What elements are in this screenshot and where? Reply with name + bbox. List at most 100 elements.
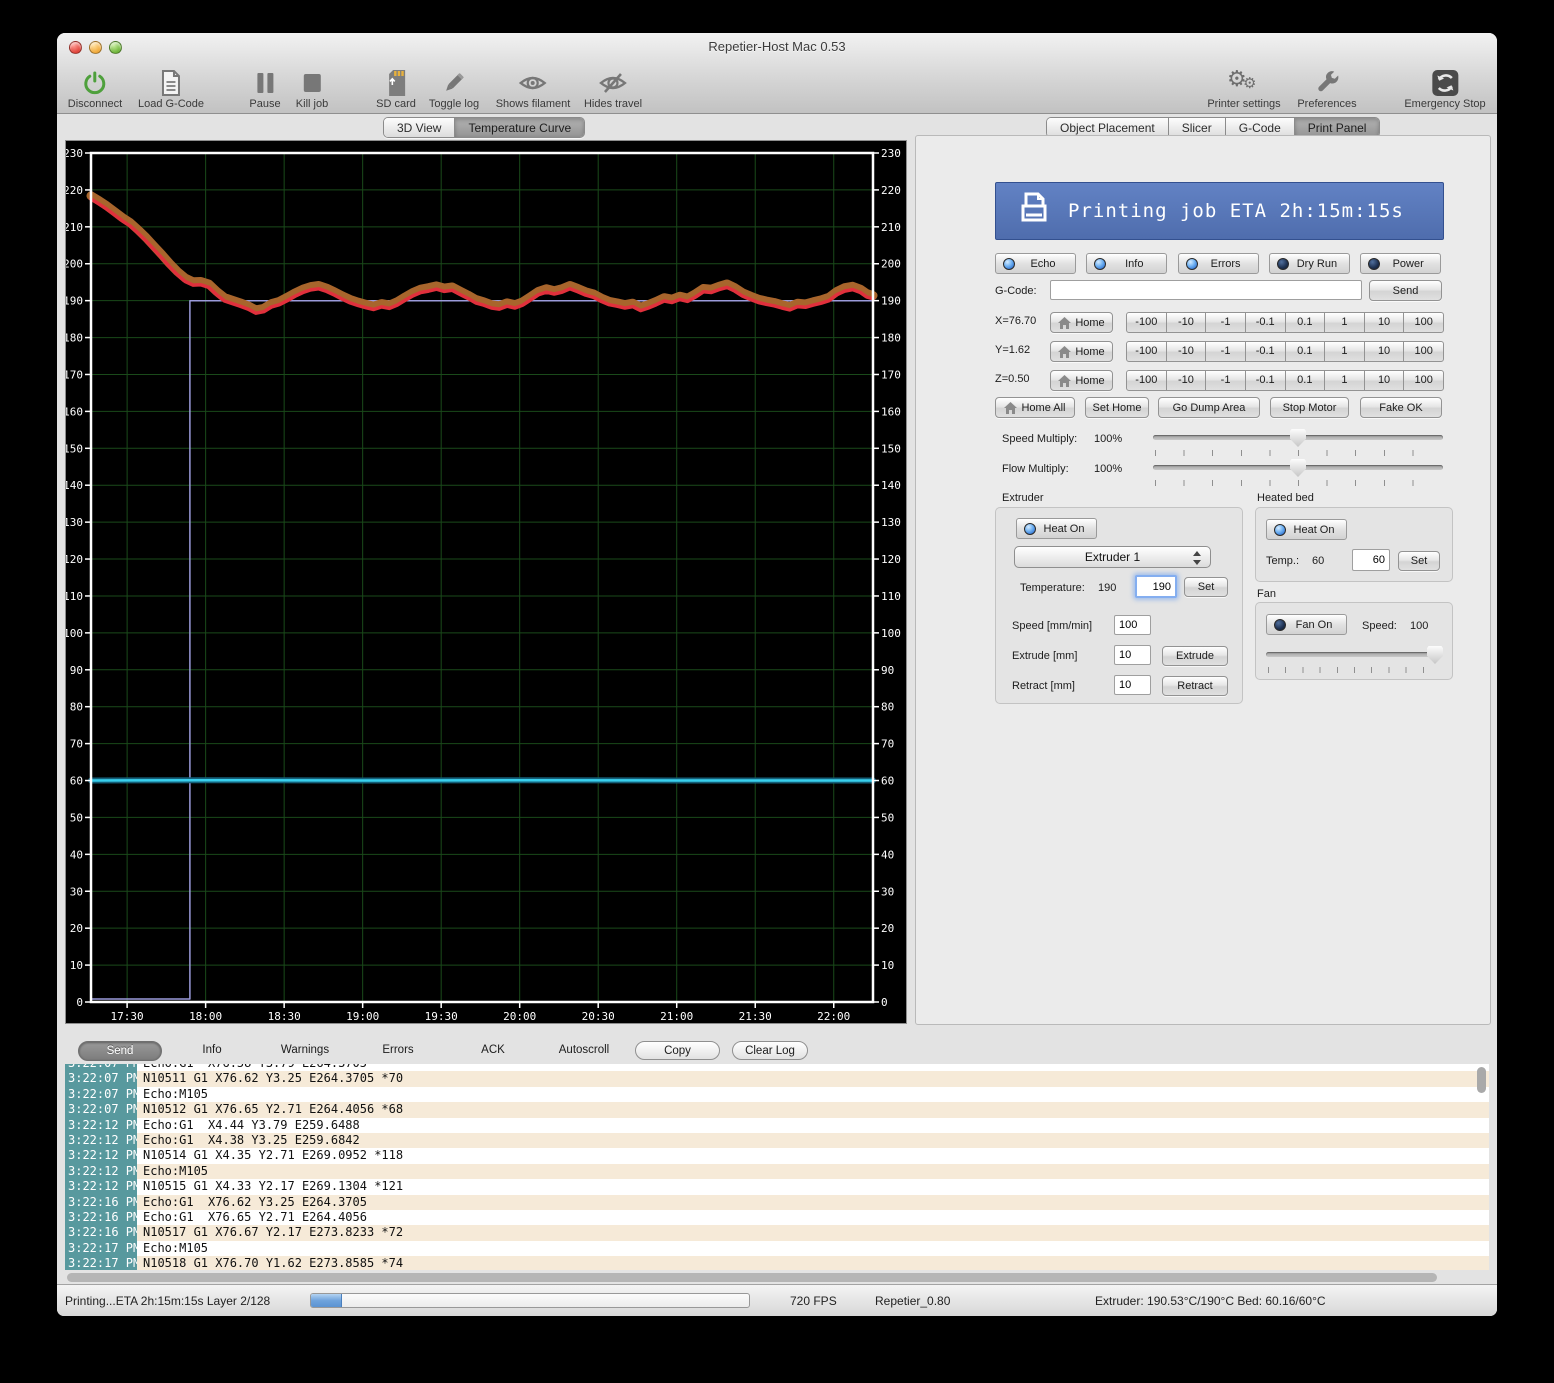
toggle-log-button[interactable]: Toggle log [429, 69, 479, 110]
log-row[interactable]: 3:22:07 PMEcho:G1 X76.58 Y3.79 E264.3705 [65, 1064, 1489, 1071]
jog-z--1[interactable]: -1 [1205, 370, 1246, 391]
log-filter-warnings[interactable]: Warnings [271, 1041, 339, 1059]
hides-travel-button[interactable]: Hides travel [584, 69, 642, 110]
tab-3d-view[interactable]: 3D View [384, 118, 455, 137]
sd-card-button[interactable]: SD card [376, 69, 416, 110]
jog-y--10[interactable]: -10 [1166, 341, 1207, 362]
log-horizontal-scrollbar[interactable] [67, 1273, 1437, 1282]
disconnect-button[interactable]: Disconnect [68, 69, 122, 110]
log-row[interactable]: 3:22:17 PMN10518 G1 X76.70 Y1.62 E273.85… [65, 1256, 1489, 1270]
retract-amount-input[interactable] [1114, 675, 1151, 695]
jog-z--0.1[interactable]: -0.1 [1245, 370, 1286, 391]
jog-x--0.1[interactable]: -0.1 [1245, 312, 1286, 333]
gcode-input[interactable] [1050, 280, 1362, 300]
shows-filament-button[interactable]: Shows filament [496, 69, 571, 110]
jog-x-1[interactable]: 1 [1324, 312, 1365, 333]
jog-x-100[interactable]: 100 [1403, 312, 1444, 333]
jog-z-10[interactable]: 10 [1364, 370, 1405, 391]
log-row[interactable]: 3:22:12 PMEcho:M105 [65, 1164, 1489, 1179]
log-row[interactable]: 3:22:12 PMEcho:G1 X4.44 Y3.79 E259.6488 [65, 1118, 1489, 1133]
toggle-echo[interactable]: Echo [995, 253, 1076, 274]
speed-multiply-slider[interactable] [1153, 428, 1443, 448]
toggle-dry-run[interactable]: Dry Run [1269, 253, 1350, 274]
log-row[interactable]: 3:22:17 PMEcho:M105 [65, 1241, 1489, 1256]
log-row[interactable]: 3:22:16 PMN10517 G1 X76.67 Y2.17 E273.82… [65, 1225, 1489, 1240]
emergency-stop-button[interactable]: Emergency Stop [1404, 69, 1485, 110]
jog-x-0.1[interactable]: 0.1 [1285, 312, 1326, 333]
jog-z-100[interactable]: 100 [1403, 370, 1444, 391]
extruder-selector[interactable]: Extruder 1 [1014, 546, 1211, 568]
flow-multiply-slider[interactable] [1153, 458, 1443, 478]
extruder-temp-set-button[interactable]: Set [1184, 577, 1228, 597]
action-stop-motor-button[interactable]: Stop Motor [1270, 397, 1349, 418]
log-row[interactable]: 3:22:16 PMEcho:G1 X76.65 Y2.71 E264.4056 [65, 1210, 1489, 1225]
log-row[interactable]: 3:22:07 PMN10512 G1 X76.65 Y2.71 E264.40… [65, 1102, 1489, 1117]
extruder-temp-input[interactable] [1135, 575, 1177, 598]
jog-x--1[interactable]: -1 [1205, 312, 1246, 333]
printer-settings-button[interactable]: ⚙⚙Printer settings [1207, 69, 1280, 110]
log-filter-autoscroll[interactable]: Autoscroll [549, 1041, 620, 1059]
view-tabs: 3D ViewTemperature Curve [383, 117, 585, 138]
jog-x-10[interactable]: 10 [1364, 312, 1405, 333]
jog-z-1[interactable]: 1 [1324, 370, 1365, 391]
kill-job-button[interactable]: Kill job [296, 69, 328, 110]
bed-temp-input[interactable] [1352, 549, 1390, 571]
action-home-all-button[interactable]: Home All [995, 397, 1075, 418]
toggle-power[interactable]: Power [1360, 253, 1441, 274]
log-filter-ack[interactable]: ACK [471, 1041, 515, 1059]
log-filter-info[interactable]: Info [192, 1041, 231, 1059]
slider-thumb[interactable] [1427, 646, 1443, 664]
toggle-errors[interactable]: Errors [1178, 253, 1259, 274]
log-row[interactable]: 3:22:07 PMN10511 G1 X76.62 Y3.25 E264.37… [65, 1071, 1489, 1086]
jog-y-10[interactable]: 10 [1364, 341, 1405, 362]
jog-y--100[interactable]: -100 [1126, 341, 1167, 362]
log-message: N10512 G1 X76.65 Y2.71 E264.4056 *68 [137, 1102, 1489, 1117]
title-bar[interactable]: Repetier-Host Mac 0.53 [57, 33, 1497, 61]
log-vertical-scrollbar[interactable] [1477, 1067, 1486, 1093]
jog-z-0.1[interactable]: 0.1 [1285, 370, 1326, 391]
log-row[interactable]: 3:22:07 PMEcho:M105 [65, 1087, 1489, 1102]
retract-button[interactable]: Retract [1162, 676, 1228, 696]
log-row[interactable]: 3:22:12 PMN10514 G1 X4.35 Y2.71 E269.095… [65, 1148, 1489, 1163]
bed-temp-set-button[interactable]: Set [1398, 551, 1440, 571]
jog-x--10[interactable]: -10 [1166, 312, 1207, 333]
fan-speed-slider[interactable] [1266, 645, 1442, 665]
home-z-button[interactable]: Home [1050, 370, 1113, 391]
bed-heat-on-button[interactable]: Heat On [1266, 519, 1347, 540]
jog-y--0.1[interactable]: -0.1 [1245, 341, 1286, 362]
jog-x--100[interactable]: -100 [1126, 312, 1167, 333]
preferences-button[interactable]: Preferences [1297, 69, 1356, 110]
tab-temperature-curve[interactable]: Temperature Curve [455, 118, 584, 137]
fan-on-button[interactable]: Fan On [1266, 614, 1347, 635]
jog-z--100[interactable]: -100 [1126, 370, 1167, 391]
log-row[interactable]: 3:22:16 PMEcho:G1 X76.62 Y3.25 E264.3705 [65, 1195, 1489, 1210]
log-copy-button[interactable]: Copy [635, 1041, 720, 1060]
gcode-send-button[interactable]: Send [1369, 280, 1442, 301]
home-x-button[interactable]: Home [1050, 312, 1113, 333]
toggle-info[interactable]: Info [1086, 253, 1167, 274]
pause-button[interactable]: Pause [249, 69, 280, 110]
slider-thumb[interactable] [1290, 429, 1306, 447]
extruder-heat-on-button[interactable]: Heat On [1016, 518, 1097, 539]
home-y-button[interactable]: Home [1050, 341, 1113, 362]
log-filter-send[interactable]: Send [78, 1041, 162, 1061]
log-message: N10518 G1 X76.70 Y1.62 E273.8585 *74 [137, 1256, 1489, 1270]
action-set-home-button[interactable]: Set Home [1085, 397, 1149, 418]
jog-y--1[interactable]: -1 [1205, 341, 1246, 362]
jog-y-0.1[interactable]: 0.1 [1285, 341, 1326, 362]
load-gcode-button[interactable]: Load G-Code [138, 69, 204, 110]
slider-thumb[interactable] [1290, 459, 1306, 477]
log-filter-errors[interactable]: Errors [372, 1041, 423, 1059]
jog-y-100[interactable]: 100 [1403, 341, 1444, 362]
log-row[interactable]: 3:22:12 PMN10515 G1 X4.33 Y2.17 E269.130… [65, 1179, 1489, 1194]
extrude-amount-input[interactable] [1114, 645, 1151, 665]
extruder-temp-current: 190 [1098, 582, 1116, 594]
jog-y-1[interactable]: 1 [1324, 341, 1365, 362]
extrude-button[interactable]: Extrude [1162, 646, 1228, 666]
log-clear-log-button[interactable]: Clear Log [732, 1041, 808, 1060]
jog-z--10[interactable]: -10 [1166, 370, 1207, 391]
extruder-speed-input[interactable] [1114, 615, 1151, 635]
action-go-dump-area-button[interactable]: Go Dump Area [1158, 397, 1260, 418]
action-fake-ok-button[interactable]: Fake OK [1360, 397, 1442, 418]
log-row[interactable]: 3:22:12 PMEcho:G1 X4.38 Y3.25 E259.6842 [65, 1133, 1489, 1148]
